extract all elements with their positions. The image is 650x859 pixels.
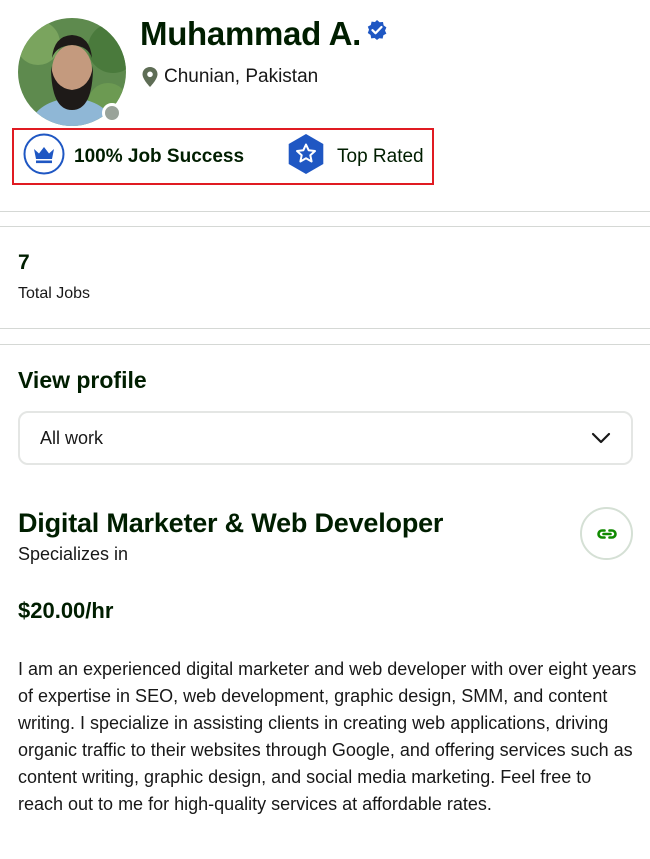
map-pin-icon (142, 67, 158, 87)
profile-overview: I am an experienced digital marketer and… (18, 659, 637, 814)
chevron-down-icon (591, 432, 611, 444)
total-jobs-value: 7 (18, 251, 30, 274)
divider (0, 344, 650, 345)
hourly-rate: $20.00/hr (18, 598, 114, 623)
specializes-label: Specializes in (18, 544, 129, 564)
top-rated-label: Top Rated (337, 145, 424, 167)
location-text: Chunian, Pakistan (164, 66, 319, 87)
profile-title: Digital Marketer & Web Developer (18, 508, 444, 538)
total-jobs-label: Total Jobs (18, 285, 91, 302)
divider (0, 328, 650, 329)
online-status-indicator (102, 103, 122, 123)
job-success-badge[interactable]: 100% Job Success (23, 130, 244, 183)
profile-filter-dropdown[interactable]: All work (18, 411, 633, 465)
verified-badge-icon (367, 20, 387, 40)
star-hexagon-icon (284, 132, 328, 182)
view-profile-heading: View profile (18, 367, 147, 393)
job-success-label: 100% Job Success (74, 145, 245, 167)
divider (0, 226, 650, 227)
dropdown-selected-value: All work (40, 427, 104, 448)
link-icon (596, 528, 617, 539)
name-row: Muhammad A. (140, 15, 387, 53)
divider (0, 211, 650, 212)
copy-link-button[interactable] (580, 507, 633, 560)
location: Chunian, Pakistan (142, 66, 318, 88)
badges-highlight-box: 100% Job Success Top Rated (12, 128, 434, 185)
profile-name: Muhammad A. (140, 15, 361, 52)
top-rated-badge[interactable]: Top Rated (284, 130, 424, 183)
crown-icon (23, 133, 65, 181)
